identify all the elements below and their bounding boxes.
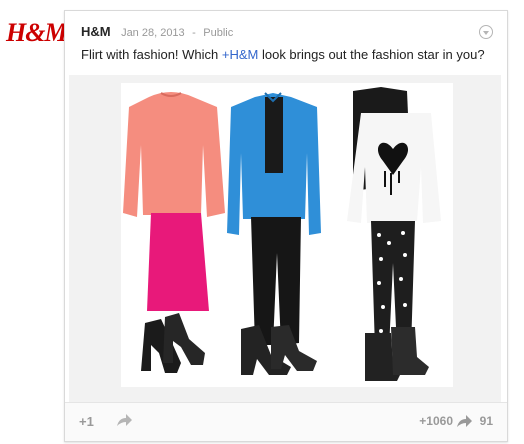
outfits-illustration [123, 87, 441, 381]
share-count[interactable]: 91 [480, 414, 493, 428]
outfit-2 [227, 92, 321, 375]
hm-logo[interactable]: H&M [6, 18, 68, 48]
menu-chevron-icon[interactable] [479, 25, 493, 39]
post-footer: +1 +1060 91 [65, 402, 507, 441]
outfit-3 [347, 87, 441, 381]
share-count-icon[interactable] [455, 413, 473, 429]
post-visibility[interactable]: Public [203, 27, 233, 39]
plus-one-button[interactable]: +1 [79, 414, 94, 429]
post-card: H&M Jan 28, 2013 - Public Flirt with fas… [64, 10, 508, 442]
post-photo[interactable] [69, 75, 501, 405]
post-header: H&M Jan 28, 2013 - Public [81, 23, 493, 43]
post-author[interactable]: H&M [81, 24, 111, 39]
plus-one-count[interactable]: +1060 [419, 414, 453, 428]
post-date[interactable]: Jan 28, 2013 [121, 27, 185, 39]
mention-link[interactable]: +H&M [222, 47, 258, 62]
post-text-start: Flirt with fashion! Which [81, 47, 222, 62]
outfit-1 [123, 92, 225, 373]
share-icon[interactable] [115, 412, 133, 428]
post-text: Flirt with fashion! Which +H&M look brin… [81, 47, 497, 62]
post-text-end: look brings out the fashion star in you? [258, 47, 485, 62]
outfits-image [121, 83, 453, 387]
meta-separator: - [192, 27, 196, 39]
